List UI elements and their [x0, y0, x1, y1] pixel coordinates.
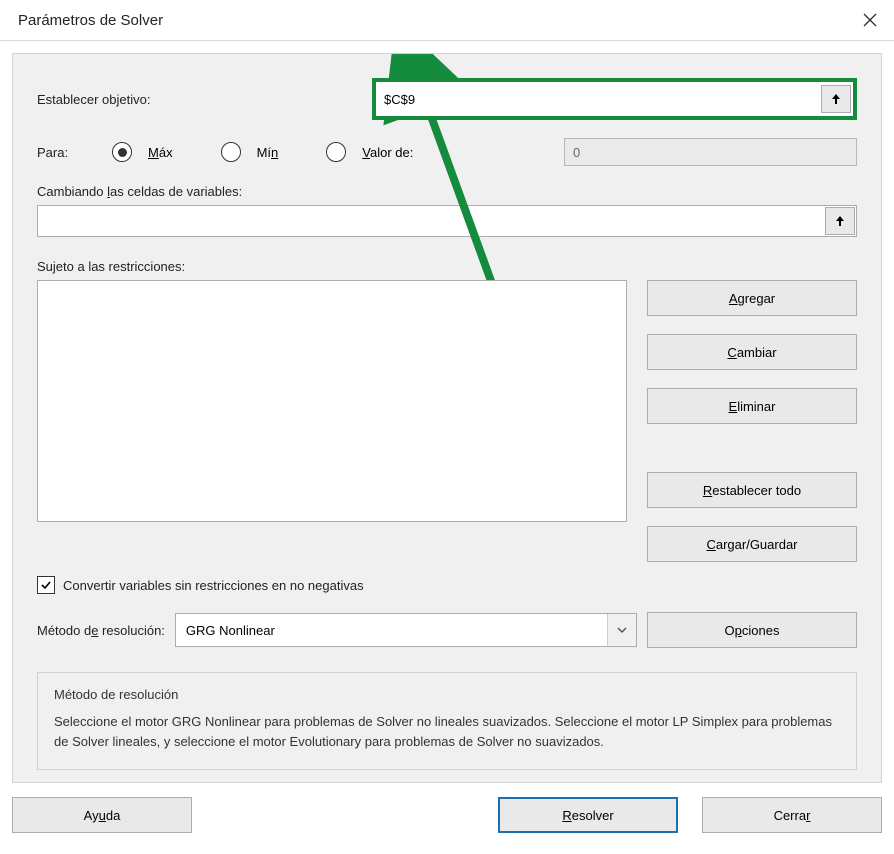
radio-max[interactable] [112, 142, 132, 162]
constraints-listbox[interactable] [37, 280, 627, 522]
method-row: Método de resolución: GRG Nonlinear Opci… [37, 612, 857, 648]
method-value: GRG Nonlinear [186, 623, 275, 638]
changing-cells-label: Cambiando las celdas de variables: [37, 184, 857, 199]
bottom-bar: Ayuda Resolver Cerrar [12, 797, 882, 833]
solve-button[interactable]: Resolver [498, 797, 678, 833]
unconstrained-row[interactable]: Convertir variables sin restricciones en… [37, 576, 857, 594]
para-label: Para: [37, 145, 112, 160]
changing-cells-input[interactable] [38, 206, 824, 236]
method-label: Método de resolución: [37, 623, 165, 638]
changing-refselect-button[interactable] [825, 207, 855, 235]
constraints-row: Agregar Cambiar Eliminar Restablecer tod… [37, 280, 857, 562]
objective-label: Establecer objetivo: [37, 92, 372, 107]
unconstrained-checkbox[interactable] [37, 576, 55, 594]
constraints-label: Sujeto a las restricciones: [37, 259, 857, 274]
method-info-body: Seleccione el motor GRG Nonlinear para p… [54, 712, 840, 751]
method-info-title: Método de resolución [54, 687, 840, 702]
radio-min[interactable] [221, 142, 241, 162]
close-button[interactable]: Cerrar [702, 797, 882, 833]
objective-input[interactable] [376, 82, 819, 116]
dialog-panel: Establecer objetivo: Para: Máx Mín Valor… [12, 53, 882, 783]
radio-valueof-group[interactable]: Valor de: [326, 142, 461, 162]
chevron-down-icon [607, 614, 636, 646]
radio-valueof[interactable] [326, 142, 346, 162]
radio-valueof-label: Valor de: [362, 145, 413, 160]
change-button[interactable]: Cambiar [647, 334, 857, 370]
objective-refselect-button[interactable] [821, 85, 851, 113]
unconstrained-label: Convertir variables sin restricciones en… [63, 578, 364, 593]
para-row: Para: Máx Mín Valor de: [37, 138, 857, 166]
help-button[interactable]: Ayuda [12, 797, 192, 833]
valueof-input[interactable] [564, 138, 857, 166]
loadsave-button[interactable]: Cargar/Guardar [647, 526, 857, 562]
method-info-group: Método de resolución Seleccione el motor… [37, 672, 857, 770]
changing-cells-wrap [37, 205, 857, 237]
titlebar: Parámetros de Solver [0, 0, 894, 41]
radio-max-group[interactable]: Máx [112, 142, 221, 162]
delete-button[interactable]: Eliminar [647, 388, 857, 424]
add-button[interactable]: Agregar [647, 280, 857, 316]
reset-button[interactable]: Restablecer todo [647, 472, 857, 508]
method-select[interactable]: GRG Nonlinear [175, 613, 637, 647]
dialog-title: Parámetros de Solver [18, 12, 163, 29]
objective-row: Establecer objetivo: [37, 78, 857, 120]
radio-min-label: Mín [257, 145, 279, 160]
constraints-buttons: Agregar Cambiar Eliminar Restablecer tod… [647, 280, 857, 562]
options-button[interactable]: Opciones [647, 612, 857, 648]
objective-field-highlight [372, 78, 857, 120]
radio-max-label: Máx [148, 145, 173, 160]
close-icon[interactable] [846, 0, 894, 40]
radio-min-group[interactable]: Mín [221, 142, 327, 162]
